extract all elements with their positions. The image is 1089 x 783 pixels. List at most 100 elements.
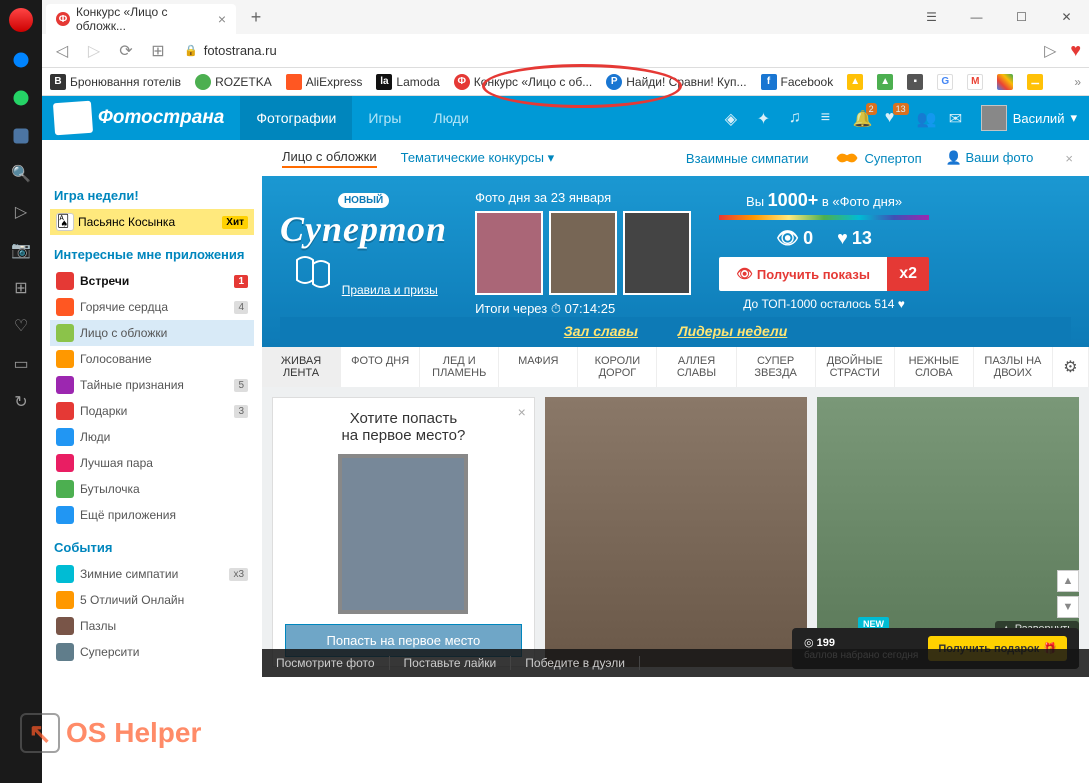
menu-icon[interactable]: ☰ [909,2,954,32]
back-button[interactable]: ◁ [50,39,74,63]
sidebar-item-bottle[interactable]: Бутылочка [50,476,254,502]
bookmark-icon[interactable]: ▲ [877,74,893,90]
adblock-icon[interactable]: ▷ [1038,39,1062,63]
activity-icon[interactable]: ✦ [757,109,775,127]
tab-mafia[interactable]: МАФИЯ [499,347,578,387]
sidebar-item-people[interactable]: Люди [50,424,254,450]
close-icon[interactable]: × [518,404,526,420]
sidebar-event-puzzles[interactable]: Пазлы [50,613,254,639]
search-icon[interactable]: 🔍 [11,164,31,184]
bookmark-icon[interactable]: ▲ [847,74,863,90]
tab-ice[interactable]: ЛЕД И ПЛАМЕНЬ [420,347,499,387]
sidebar-item-secrets[interactable]: Тайные признания5 [50,372,254,398]
photo-thumb[interactable] [623,211,691,295]
sidebar-item-hearts[interactable]: Горячие сердца4 [50,294,254,320]
grid-icon[interactable]: ⊞ [11,278,31,298]
list-icon[interactable]: ≡ [821,109,839,127]
subnav-cover[interactable]: Лицо с обложки [282,149,377,168]
friends-icon[interactable]: 👥 [917,109,935,127]
bookmark-item[interactable]: ROZETKA [195,74,272,90]
sidebar-item-meetings[interactable]: Встречи1 [50,268,254,294]
bookmark-item[interactable]: laLamoda [376,74,439,90]
bookmark-icon[interactable]: ⚊ [1027,74,1043,90]
camera-icon[interactable]: 📷 [11,240,31,260]
heart-notif-icon[interactable]: ♥13 [885,109,903,127]
vk-icon[interactable] [11,126,31,146]
sidebar-item-gifts[interactable]: Подарки3 [50,398,254,424]
bell-icon[interactable]: 🔔2 [853,109,871,127]
hall-of-fame-link[interactable]: Зал славы [564,323,638,339]
rules-link[interactable]: Правила и призы [342,283,438,297]
browser-tab[interactable]: Ф Конкурс «Лицо с обложк... × [46,4,236,34]
shield-icon[interactable]: ◈ [725,109,743,127]
sidebar-event-winter[interactable]: Зимние симпатииx3 [50,561,254,587]
week-leaders-link[interactable]: Лидеры недели [678,323,787,339]
nav-people[interactable]: Люди [417,96,484,140]
bottom-duel[interactable]: Победите в дуэли [511,656,640,670]
close-button[interactable]: ✕ [1044,2,1089,32]
minimize-button[interactable]: — [954,2,999,32]
subnav-supertop[interactable]: Супертоп [833,148,922,168]
subnav-your-photos[interactable]: 👤 Ваши фото [946,150,1034,166]
bookmark-icon[interactable]: ▪ [907,74,923,90]
user-menu[interactable]: Василий ▾ [981,105,1077,131]
bookmarks-overflow[interactable]: » [1074,75,1081,89]
close-icon[interactable]: × [1065,151,1073,166]
bookmark-icon[interactable] [997,74,1013,90]
reload-button[interactable]: ⟳ [114,39,138,63]
close-tab-icon[interactable]: × [218,11,226,27]
photo-card[interactable] [545,397,807,667]
site-logo[interactable]: Фотострана [54,102,224,134]
photo-thumb[interactable] [549,211,617,295]
maximize-button[interactable]: ☐ [999,2,1044,32]
send-icon[interactable]: ▷ [11,202,31,222]
tab-double[interactable]: ДВОЙНЫЕ СТРАСТИ [816,347,895,387]
sidebar-event-supercity[interactable]: Суперсити [50,639,254,665]
speeddial-button[interactable]: ⊞ [146,39,170,63]
messenger-icon[interactable] [11,50,31,70]
sidebar-item-bestpair[interactable]: Лучшая пара [50,450,254,476]
history-icon[interactable]: ↻ [11,392,31,412]
tab-alley[interactable]: АЛЛЕЯ СЛАВЫ [657,347,736,387]
bookmark-icon[interactable]: G [937,74,953,90]
get-views-button[interactable]: 👁 Получить показы [719,257,887,291]
bookmark-item[interactable]: РНайди! Сравни! Куп... [606,74,746,90]
bookmark-item[interactable]: ФКонкурс «Лицо с об... [454,74,592,90]
new-tab-button[interactable]: + [244,5,268,29]
photo-thumb[interactable] [475,211,543,295]
game-week-item[interactable]: 🂡 Пасьянс Косынка Хит [50,209,254,235]
bookmark-item[interactable]: fFacebook [761,74,834,90]
tab-words[interactable]: НЕЖНЫЕ СЛОВА [895,347,974,387]
tab-live[interactable]: ЖИВАЯ ЛЕНТА [262,347,341,387]
bookmark-item[interactable]: AliExpress [286,74,363,90]
subnav-contests[interactable]: Тематические конкурсы ▾ [401,150,554,166]
arrow-up-icon[interactable]: ▲ [1057,570,1079,592]
heart-icon[interactable]: ♡ [11,316,31,336]
opera-logo-icon[interactable] [9,8,33,32]
bookmark-item[interactable]: BБронювання готелів [50,74,181,90]
nav-games[interactable]: Игры [352,96,417,140]
gear-icon[interactable]: ⚙ [1053,347,1089,387]
tab-superstar[interactable]: СУПЕР ЗВЕЗДА [737,347,816,387]
bottom-view[interactable]: Посмотрите фото [262,656,390,670]
music-icon[interactable]: ♫ [789,109,807,127]
tab-photoday[interactable]: ФОТО ДНЯ [341,347,420,387]
bookmark-heart-icon[interactable]: ♥ [1070,40,1081,61]
news-icon[interactable]: ▭ [11,354,31,374]
sidebar-item-more[interactable]: Ещё приложения [50,502,254,528]
x2-badge[interactable]: x2 [887,257,929,291]
forward-button[interactable]: ▷ [82,39,106,63]
sidebar-event-diff[interactable]: 5 Отличий Онлайн [50,587,254,613]
bookmark-icon[interactable]: M [967,74,983,90]
url-input[interactable]: 🔒 fotostrana.ru [178,43,1030,58]
mail-icon[interactable]: ✉ [949,109,967,127]
tab-kings[interactable]: КОРОЛИ ДОРОГ [578,347,657,387]
tab-puzzles[interactable]: ПАЗЛЫ НА ДВОИХ [974,347,1053,387]
bottom-like[interactable]: Поставьте лайки [390,656,512,670]
nav-photos[interactable]: Фотографии [240,96,352,140]
sidebar-item-cover[interactable]: Лицо с обложки [50,320,254,346]
sidebar-item-vote[interactable]: Голосование [50,346,254,372]
subnav-sympathy[interactable]: Взаимные симпатии [686,151,809,166]
arrow-down-icon[interactable]: ▼ [1057,596,1079,618]
whatsapp-icon[interactable] [11,88,31,108]
